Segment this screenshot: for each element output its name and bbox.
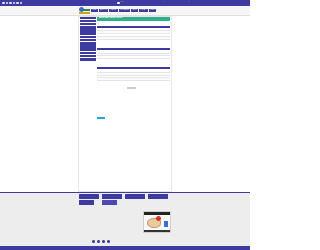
nav-login[interactable]: LOGIN [148,9,156,13]
footer-badge[interactable] [79,200,94,205]
form-label: ... [97,87,99,89]
table-cell [155,55,170,60]
footer-badge[interactable] [79,194,99,199]
top-bar-email: ... [188,2,190,4]
video-figure [164,221,168,227]
table-cell [118,36,141,41]
nav-gallery[interactable]: GALLERY [109,9,119,13]
table-row [97,36,170,41]
sidebar [79,16,96,61]
date-input[interactable] [127,87,136,90]
table-cell [118,55,141,60]
top-bar-center-text: •• • [120,1,124,3]
table-cell [97,77,127,82]
table-cell [140,36,156,41]
twitter-icon[interactable] [5,1,9,5]
copyright-text: ... [100,247,102,249]
nav-about[interactable]: ABOUT US [98,9,109,13]
footer-video[interactable] [143,211,171,233]
form-label: ... [97,84,99,86]
linkedin-icon[interactable] [16,1,19,5]
table-cell [126,77,152,82]
meal-table-2 [97,47,170,60]
section-label: ... [97,21,99,23]
facebook-icon[interactable] [2,1,5,5]
video-title-bar [144,212,170,215]
footer-badge[interactable] [125,194,145,199]
meal-table-1 [97,25,170,41]
footer-strip [0,192,250,194]
footer-badge[interactable] [102,200,117,205]
table-row [97,55,170,60]
footer-badge[interactable] [148,194,168,199]
video-marker-icon [156,216,161,221]
submit-button[interactable]: SUBMIT [97,116,105,120]
top-bar-phone: ... [162,2,164,4]
nav-home[interactable]: HOME [91,9,98,13]
table-row [97,77,170,82]
table-cell [140,55,156,60]
logo-underline [79,12,90,14]
sidebar-item[interactable] [79,57,96,61]
main-content: MESS DAILY MEAL REPORT ... ... ... ... .… [97,16,170,120]
site-footer [0,192,250,250]
nav-contact[interactable]: CONTACT [138,9,148,13]
table-cell [97,36,119,41]
meal-table-3 [97,66,170,82]
report-form: ... ... ... ... ... ... ... ... SUBMIT [97,83,170,120]
site-logo[interactable] [79,6,90,15]
copyright-bar: ... [0,246,250,250]
page-title: MESS DAILY MEAL REPORT [97,16,170,21]
main-nav: HOME ABOUT US GALLERY PROGRAMME NEWS CON… [91,9,156,13]
table-cell [97,55,119,60]
nav-programme[interactable]: PROGRAMME [118,9,131,13]
phone-icon [117,1,120,5]
video-controls[interactable] [144,230,170,232]
table-cell [155,36,170,41]
logo-bar [82,8,90,11]
nav-news[interactable]: NEWS [131,9,139,13]
top-bar-center: •• • [117,2,134,5]
google-plus-icon[interactable] [19,1,23,5]
youtube-icon[interactable] [12,1,16,5]
instagram-icon[interactable] [9,1,12,5]
footer-badge[interactable] [102,194,122,199]
table-cell [151,77,170,82]
